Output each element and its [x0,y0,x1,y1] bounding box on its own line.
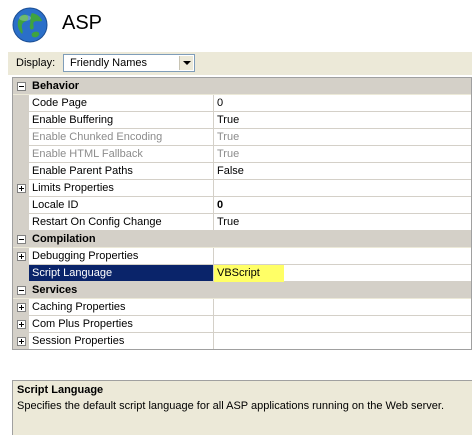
row-gutter [13,146,29,163]
property-name-cell[interactable]: Limits Properties [29,180,214,197]
collapse-icon[interactable] [17,286,26,295]
property-name-cell[interactable]: Code Page [29,95,214,112]
property-name-cell[interactable]: Caching Properties [29,299,214,316]
property-value-cell[interactable] [214,248,471,265]
property-value: 0 [217,199,224,211]
row-gutter [13,316,29,333]
property-row-locale-id[interactable]: Locale ID 0 [13,197,471,214]
property-name: Locale ID [32,199,79,211]
property-name-cell[interactable]: Enable Chunked Encoding [29,129,214,146]
expand-icon[interactable] [17,303,26,312]
row-gutter [13,333,29,349]
property-row-enable-html-fallback[interactable]: Enable HTML Fallback True [13,146,471,163]
property-name-cell[interactable]: Enable Buffering [29,112,214,129]
display-label: Display: [16,57,56,69]
expand-icon[interactable] [17,184,26,193]
row-gutter [13,214,29,231]
row-gutter [13,129,29,146]
property-row-enable-buffering[interactable]: Enable Buffering True [13,112,471,129]
category-label: Services [32,284,78,296]
property-name: Session Properties [32,335,125,347]
property-row-script-language[interactable]: Script Language VBScript [13,265,471,282]
property-value: True [217,216,240,228]
property-name: Enable Parent Paths [32,165,133,177]
property-row-limits-properties[interactable]: Limits Properties [13,180,471,197]
property-name: Limits Properties [32,182,114,194]
property-row-caching-properties[interactable]: Caching Properties [13,299,471,316]
property-value-cell[interactable]: VBScript [214,265,471,282]
collapse-icon[interactable] [17,82,26,91]
property-value: False [217,165,244,177]
row-gutter [13,95,29,112]
property-value: 0 [217,97,224,109]
property-row-enable-chunked-encoding[interactable]: Enable Chunked Encoding True [13,129,471,146]
property-value-cell[interactable] [214,316,471,333]
property-name: Code Page [32,97,88,109]
property-grid: Behavior Code Page 0 Enable Buffering True En… [12,77,472,350]
category-label: Behavior [32,80,80,92]
property-name-cell[interactable]: Script Language [29,265,214,282]
row-gutter [13,197,29,214]
property-name: Enable Buffering [32,114,114,126]
row-gutter [13,248,29,265]
property-name: Script Language [32,267,113,279]
property-row-enable-parent-paths[interactable]: Enable Parent Paths False [13,163,471,180]
display-select[interactable]: Friendly Names [63,54,195,72]
category-compilation[interactable]: Compilation [13,231,471,248]
property-value: VBScript [217,267,260,279]
property-value-cell[interactable]: False [214,163,471,180]
chevron-down-icon[interactable] [179,56,193,70]
property-name-cell[interactable]: Enable Parent Paths [29,163,214,180]
property-name: Restart On Config Change [32,216,162,228]
property-row-session-properties[interactable]: Session Properties [13,333,471,349]
expand-icon[interactable] [17,252,26,261]
header: ASP [0,0,472,50]
category-services[interactable]: Services [13,282,471,299]
property-name-cell[interactable]: Restart On Config Change [29,214,214,231]
property-value-cell[interactable]: 0 [214,197,471,214]
property-value-cell[interactable] [214,299,471,316]
toolbar: Display: Friendly Names [8,52,472,75]
description-text: Specifies the default script language fo… [17,400,445,412]
row-gutter [13,163,29,180]
property-value-cell[interactable] [214,333,471,349]
property-value-cell[interactable]: True [214,214,471,231]
property-value: True [217,148,240,160]
property-name-cell[interactable]: Com Plus Properties [29,316,214,333]
property-name-cell[interactable]: Enable HTML Fallback [29,146,214,163]
property-name: Debugging Properties [32,250,139,262]
property-value: True [217,114,240,126]
display-select-value: Friendly Names [70,57,148,69]
row-gutter [13,299,29,316]
property-value-cell[interactable]: True [214,129,471,146]
globe-icon [12,7,48,43]
row-gutter [13,265,29,282]
property-name: Enable Chunked Encoding [32,131,163,143]
property-row-restart-on-config-change[interactable]: Restart On Config Change True [13,214,471,231]
collapse-icon[interactable] [17,235,26,244]
property-name-cell[interactable]: Locale ID [29,197,214,214]
expand-icon[interactable] [17,337,26,346]
description-title: Script Language [17,384,104,396]
property-value-cell[interactable] [214,180,471,197]
property-row-debugging-properties[interactable]: Debugging Properties [13,248,471,265]
property-value-cell[interactable]: True [214,112,471,129]
property-value-cell[interactable]: True [214,146,471,163]
page-title: ASP [62,12,103,34]
property-name: Enable HTML Fallback [32,148,143,160]
category-behavior[interactable]: Behavior [13,78,471,95]
row-gutter [13,112,29,129]
property-name-cell[interactable]: Session Properties [29,333,214,349]
property-name: Com Plus Properties [32,318,133,330]
property-row-com-plus-properties[interactable]: Com Plus Properties [13,316,471,333]
category-label: Compilation [32,233,96,245]
property-name-cell[interactable]: Debugging Properties [29,248,214,265]
row-gutter [13,180,29,197]
property-value-cell[interactable]: 0 [214,95,471,112]
property-value: True [217,131,240,143]
expand-icon[interactable] [17,320,26,329]
property-row-code-page[interactable]: Code Page 0 [13,95,471,112]
description-panel: Script Language Specifies the default sc… [12,380,472,435]
property-name: Caching Properties [32,301,126,313]
